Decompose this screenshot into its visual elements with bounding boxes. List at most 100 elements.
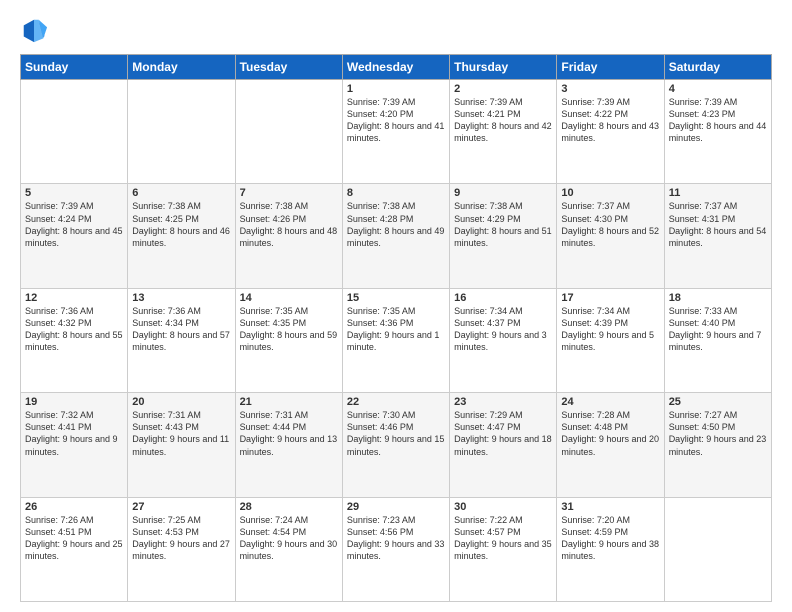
cell-content: Sunrise: 7:39 AM Sunset: 4:21 PM Dayligh… [454, 96, 552, 145]
day-number: 7 [240, 187, 338, 199]
cell-content: Sunrise: 7:38 AM Sunset: 4:25 PM Dayligh… [132, 200, 230, 249]
day-number: 30 [454, 501, 552, 513]
day-number: 24 [561, 396, 659, 408]
calendar: SundayMondayTuesdayWednesdayThursdayFrid… [20, 54, 772, 602]
day-number: 4 [669, 83, 767, 95]
logo [20, 16, 52, 44]
day-number: 26 [25, 501, 123, 513]
day-header-wednesday: Wednesday [342, 55, 449, 80]
cell-content: Sunrise: 7:27 AM Sunset: 4:50 PM Dayligh… [669, 409, 767, 458]
day-number: 19 [25, 396, 123, 408]
cell-content: Sunrise: 7:35 AM Sunset: 4:35 PM Dayligh… [240, 305, 338, 354]
day-header-monday: Monday [128, 55, 235, 80]
cell-content: Sunrise: 7:34 AM Sunset: 4:39 PM Dayligh… [561, 305, 659, 354]
cell-content: Sunrise: 7:36 AM Sunset: 4:32 PM Dayligh… [25, 305, 123, 354]
calendar-cell [235, 80, 342, 184]
calendar-cell: 26Sunrise: 7:26 AM Sunset: 4:51 PM Dayli… [21, 497, 128, 601]
day-number: 15 [347, 292, 445, 304]
day-number: 12 [25, 292, 123, 304]
cell-content: Sunrise: 7:39 AM Sunset: 4:23 PM Dayligh… [669, 96, 767, 145]
cell-content: Sunrise: 7:37 AM Sunset: 4:30 PM Dayligh… [561, 200, 659, 249]
logo-icon [20, 16, 48, 44]
day-number: 14 [240, 292, 338, 304]
calendar-cell: 16Sunrise: 7:34 AM Sunset: 4:37 PM Dayli… [450, 288, 557, 392]
day-number: 17 [561, 292, 659, 304]
calendar-week-row: 26Sunrise: 7:26 AM Sunset: 4:51 PM Dayli… [21, 497, 772, 601]
calendar-week-row: 19Sunrise: 7:32 AM Sunset: 4:41 PM Dayli… [21, 393, 772, 497]
calendar-week-row: 12Sunrise: 7:36 AM Sunset: 4:32 PM Dayli… [21, 288, 772, 392]
day-number: 28 [240, 501, 338, 513]
calendar-cell: 31Sunrise: 7:20 AM Sunset: 4:59 PM Dayli… [557, 497, 664, 601]
calendar-header-row: SundayMondayTuesdayWednesdayThursdayFrid… [21, 55, 772, 80]
day-number: 8 [347, 187, 445, 199]
cell-content: Sunrise: 7:36 AM Sunset: 4:34 PM Dayligh… [132, 305, 230, 354]
cell-content: Sunrise: 7:39 AM Sunset: 4:24 PM Dayligh… [25, 200, 123, 249]
cell-content: Sunrise: 7:39 AM Sunset: 4:20 PM Dayligh… [347, 96, 445, 145]
day-number: 9 [454, 187, 552, 199]
day-number: 29 [347, 501, 445, 513]
cell-content: Sunrise: 7:34 AM Sunset: 4:37 PM Dayligh… [454, 305, 552, 354]
day-number: 13 [132, 292, 230, 304]
calendar-cell [21, 80, 128, 184]
day-header-saturday: Saturday [664, 55, 771, 80]
day-header-thursday: Thursday [450, 55, 557, 80]
cell-content: Sunrise: 7:38 AM Sunset: 4:29 PM Dayligh… [454, 200, 552, 249]
cell-content: Sunrise: 7:35 AM Sunset: 4:36 PM Dayligh… [347, 305, 445, 354]
day-number: 1 [347, 83, 445, 95]
day-number: 16 [454, 292, 552, 304]
calendar-cell: 3Sunrise: 7:39 AM Sunset: 4:22 PM Daylig… [557, 80, 664, 184]
calendar-cell: 8Sunrise: 7:38 AM Sunset: 4:28 PM Daylig… [342, 184, 449, 288]
calendar-cell: 7Sunrise: 7:38 AM Sunset: 4:26 PM Daylig… [235, 184, 342, 288]
calendar-cell: 13Sunrise: 7:36 AM Sunset: 4:34 PM Dayli… [128, 288, 235, 392]
cell-content: Sunrise: 7:26 AM Sunset: 4:51 PM Dayligh… [25, 514, 123, 563]
day-header-friday: Friday [557, 55, 664, 80]
cell-content: Sunrise: 7:24 AM Sunset: 4:54 PM Dayligh… [240, 514, 338, 563]
day-number: 25 [669, 396, 767, 408]
day-number: 21 [240, 396, 338, 408]
cell-content: Sunrise: 7:22 AM Sunset: 4:57 PM Dayligh… [454, 514, 552, 563]
calendar-cell: 28Sunrise: 7:24 AM Sunset: 4:54 PM Dayli… [235, 497, 342, 601]
calendar-cell: 29Sunrise: 7:23 AM Sunset: 4:56 PM Dayli… [342, 497, 449, 601]
page: SundayMondayTuesdayWednesdayThursdayFrid… [0, 0, 792, 612]
day-header-sunday: Sunday [21, 55, 128, 80]
calendar-cell: 1Sunrise: 7:39 AM Sunset: 4:20 PM Daylig… [342, 80, 449, 184]
day-number: 2 [454, 83, 552, 95]
day-number: 20 [132, 396, 230, 408]
calendar-cell: 9Sunrise: 7:38 AM Sunset: 4:29 PM Daylig… [450, 184, 557, 288]
day-number: 10 [561, 187, 659, 199]
calendar-cell: 30Sunrise: 7:22 AM Sunset: 4:57 PM Dayli… [450, 497, 557, 601]
cell-content: Sunrise: 7:29 AM Sunset: 4:47 PM Dayligh… [454, 409, 552, 458]
cell-content: Sunrise: 7:38 AM Sunset: 4:28 PM Dayligh… [347, 200, 445, 249]
day-number: 18 [669, 292, 767, 304]
day-number: 27 [132, 501, 230, 513]
day-number: 5 [25, 187, 123, 199]
cell-content: Sunrise: 7:20 AM Sunset: 4:59 PM Dayligh… [561, 514, 659, 563]
calendar-cell: 22Sunrise: 7:30 AM Sunset: 4:46 PM Dayli… [342, 393, 449, 497]
day-number: 3 [561, 83, 659, 95]
calendar-cell [128, 80, 235, 184]
cell-content: Sunrise: 7:23 AM Sunset: 4:56 PM Dayligh… [347, 514, 445, 563]
cell-content: Sunrise: 7:39 AM Sunset: 4:22 PM Dayligh… [561, 96, 659, 145]
header [20, 16, 772, 44]
day-number: 31 [561, 501, 659, 513]
calendar-cell: 17Sunrise: 7:34 AM Sunset: 4:39 PM Dayli… [557, 288, 664, 392]
cell-content: Sunrise: 7:31 AM Sunset: 4:43 PM Dayligh… [132, 409, 230, 458]
day-number: 23 [454, 396, 552, 408]
calendar-cell: 24Sunrise: 7:28 AM Sunset: 4:48 PM Dayli… [557, 393, 664, 497]
calendar-cell: 20Sunrise: 7:31 AM Sunset: 4:43 PM Dayli… [128, 393, 235, 497]
day-number: 11 [669, 187, 767, 199]
calendar-cell: 12Sunrise: 7:36 AM Sunset: 4:32 PM Dayli… [21, 288, 128, 392]
calendar-cell: 11Sunrise: 7:37 AM Sunset: 4:31 PM Dayli… [664, 184, 771, 288]
calendar-cell: 25Sunrise: 7:27 AM Sunset: 4:50 PM Dayli… [664, 393, 771, 497]
cell-content: Sunrise: 7:30 AM Sunset: 4:46 PM Dayligh… [347, 409, 445, 458]
cell-content: Sunrise: 7:37 AM Sunset: 4:31 PM Dayligh… [669, 200, 767, 249]
cell-content: Sunrise: 7:38 AM Sunset: 4:26 PM Dayligh… [240, 200, 338, 249]
calendar-cell: 6Sunrise: 7:38 AM Sunset: 4:25 PM Daylig… [128, 184, 235, 288]
calendar-cell: 18Sunrise: 7:33 AM Sunset: 4:40 PM Dayli… [664, 288, 771, 392]
calendar-cell: 19Sunrise: 7:32 AM Sunset: 4:41 PM Dayli… [21, 393, 128, 497]
cell-content: Sunrise: 7:32 AM Sunset: 4:41 PM Dayligh… [25, 409, 123, 458]
cell-content: Sunrise: 7:31 AM Sunset: 4:44 PM Dayligh… [240, 409, 338, 458]
day-header-tuesday: Tuesday [235, 55, 342, 80]
calendar-cell: 15Sunrise: 7:35 AM Sunset: 4:36 PM Dayli… [342, 288, 449, 392]
cell-content: Sunrise: 7:33 AM Sunset: 4:40 PM Dayligh… [669, 305, 767, 354]
